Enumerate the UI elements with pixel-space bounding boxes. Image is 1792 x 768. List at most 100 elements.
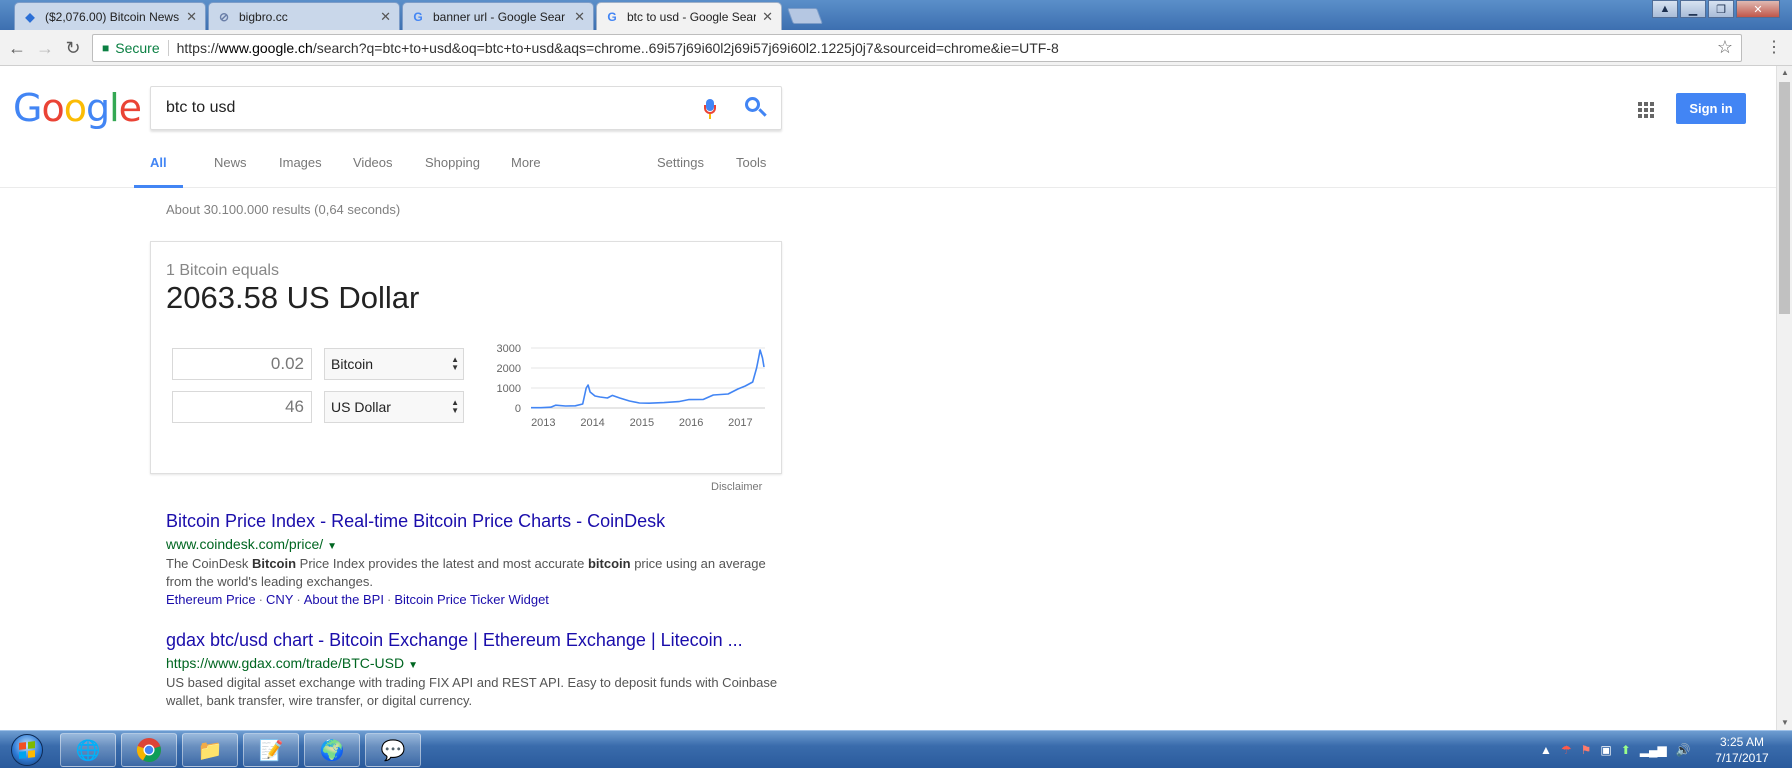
sitelink[interactable]: CNY (266, 592, 293, 607)
separator-dot: · (258, 592, 263, 607)
tab-btc-to-usd[interactable]: G btc to usd - Google Sear ✕ (596, 2, 782, 31)
y-tick-label: 3000 (497, 343, 521, 355)
update-icon[interactable]: ⬆ (1621, 743, 1631, 757)
maximize-button[interactable]: ❐ (1708, 0, 1734, 18)
disclaimer-link[interactable]: Disclaimer (711, 481, 762, 493)
select-arrows-icon: ▲ ▼ (451, 355, 459, 372)
result-url-text: https://www.gdax.com/trade/BTC-USD (166, 655, 405, 671)
tab-bitcoin-news[interactable]: ◆ ($2,076.00) Bitcoin News ✕ (14, 2, 206, 30)
url-host: www.google.ch (218, 40, 313, 56)
new-tab-button[interactable] (787, 8, 823, 24)
search-result: gdax btc/usd chart - Bitcoin Exchange | … (166, 630, 786, 710)
flag-icon[interactable]: ⚑ (1581, 743, 1592, 757)
close-icon[interactable]: ✕ (762, 9, 773, 25)
search-query: btc to usd (166, 99, 236, 116)
volume-icon[interactable]: 🔊 (1676, 743, 1691, 757)
user-icon[interactable]: ▲ (1652, 0, 1678, 18)
logo-letter: o (63, 86, 87, 130)
y-tick-label: 0 (515, 403, 521, 415)
sitelink[interactable]: Bitcoin Price Ticker Widget (394, 592, 549, 607)
tab-videos[interactable]: Videos (353, 148, 393, 188)
system-clock[interactable]: 3:25 AM 7/17/2017 (1700, 734, 1784, 766)
snippet-bold: Bitcoin (251, 556, 297, 571)
antivirus-icon[interactable]: ☂ (1561, 743, 1572, 757)
tab-settings[interactable]: Settings (657, 148, 704, 188)
x-tick-label: 2013 (531, 417, 555, 429)
chrome-menu-icon[interactable]: ⋮ (1766, 37, 1782, 57)
sitelink[interactable]: Ethereum Price (166, 592, 256, 607)
address-bar[interactable]: ■ Secure https://www.google.ch/search?q=… (92, 34, 1742, 62)
tab-shopping[interactable]: Shopping (425, 148, 480, 188)
tab-tools[interactable]: Tools (736, 148, 766, 188)
result-url-text: www.coindesk.com/price/ (166, 536, 324, 552)
from-currency-select[interactable]: Bitcoin ▲ ▼ (324, 348, 464, 380)
price-history-chart[interactable]: 0 1000 2000 3000 2013 2014 2015 2016 2017 (491, 342, 771, 434)
close-icon[interactable]: ✕ (380, 9, 391, 25)
tab-all[interactable]: All (134, 148, 183, 188)
separator-dot: · (386, 592, 392, 607)
dropdown-caret-icon[interactable]: ▼ (408, 660, 418, 671)
tab-images[interactable]: Images (279, 148, 322, 188)
scrollbar-thumb[interactable] (1779, 82, 1790, 314)
to-amount-input[interactable]: 46 (172, 391, 312, 423)
notepad-icon[interactable]: 📝 (243, 733, 299, 767)
reload-icon[interactable]: ↻ (62, 37, 84, 59)
tab-more[interactable]: More (511, 148, 541, 188)
snippet-bold: bitcoin (587, 556, 631, 571)
bookmark-star-icon[interactable]: ☆ (1717, 37, 1733, 58)
google-logo[interactable]: Google (13, 86, 142, 130)
close-icon[interactable]: ✕ (574, 9, 585, 25)
forward-arrow-icon[interactable]: → (34, 37, 56, 59)
x-tick-label: 2016 (679, 417, 703, 429)
search-input[interactable]: btc to usd (150, 86, 782, 130)
logo-letter: g (85, 86, 110, 130)
scroll-down-icon[interactable]: ▼ (1781, 718, 1789, 727)
result-url: www.coindesk.com/price/▼ (166, 536, 786, 552)
microphone-icon[interactable] (704, 99, 716, 119)
url-path: /search?q=btc+to+usd&oq=btc+to+usd&aqs=c… (312, 40, 1059, 56)
scroll-up-icon[interactable]: ▲ (1781, 68, 1789, 77)
from-amount-input[interactable]: 0.02 (172, 348, 312, 380)
close-window-button[interactable]: ✕ (1736, 0, 1780, 18)
to-currency-select[interactable]: US Dollar ▲ ▼ (324, 391, 464, 423)
tab-bigbro[interactable]: ⊘ bigbro.cc ✕ (208, 2, 400, 30)
chat-bird-icon[interactable]: 💬 (365, 733, 421, 767)
page-scrollbar[interactable]: ▲ ▼ (1776, 66, 1792, 730)
back-arrow-icon[interactable]: ← (6, 37, 28, 59)
folder-icon[interactable]: 📁 (182, 733, 238, 767)
to-currency-value: US Dollar (331, 399, 391, 415)
tab-title: btc to usd - Google Sear (627, 10, 757, 24)
result-snippet: US based digital asset exchange with tra… (166, 675, 778, 708)
show-hidden-icons-icon[interactable]: ▲ (1540, 743, 1552, 757)
price-series-line (531, 349, 765, 409)
browser-tab-strip: ◆ ($2,076.00) Bitcoin News ✕ ⊘ bigbro.cc… (0, 0, 1792, 31)
start-button[interactable] (4, 732, 50, 768)
sign-in-button[interactable]: Sign in (1676, 93, 1746, 124)
sitelink[interactable]: About the BPI (304, 592, 384, 607)
currency-converter-card: 1 Bitcoin equals 2063.58 US Dollar 0.02 … (150, 241, 782, 474)
snippet-text: Price Index provides the latest and most… (296, 556, 588, 571)
result-title-link[interactable]: gdax btc/usd chart - Bitcoin Exchange | … (166, 630, 786, 651)
apps-grid-icon[interactable] (1638, 102, 1654, 118)
tab-news[interactable]: News (214, 148, 247, 188)
network-globe-icon[interactable]: 🌍 (304, 733, 360, 767)
tab-title: bigbro.cc (239, 9, 288, 24)
result-stats: About 30.100.000 results (0,64 seconds) (166, 202, 401, 217)
signal-icon[interactable]: ▂▄▆ (1640, 743, 1667, 757)
tab-title: banner url - Google Sear (433, 9, 566, 24)
globe-icon[interactable]: 🌐 (60, 733, 116, 767)
close-icon[interactable]: ✕ (186, 9, 197, 25)
google-header: Google btc to usd Sign in All News Image… (0, 66, 1776, 188)
google-g-icon: G (413, 9, 423, 24)
minimize-button[interactable]: ▁ (1680, 0, 1706, 18)
chrome-icon[interactable] (121, 733, 177, 767)
tab-banner-url[interactable]: G banner url - Google Sear ✕ (402, 2, 594, 30)
clock-date: 7/17/2017 (1715, 751, 1769, 765)
url-text: https://www.google.ch/search?q=btc+to+us… (177, 40, 1059, 56)
result-title-link[interactable]: Bitcoin Price Index - Real-time Bitcoin … (166, 511, 786, 532)
device-icon[interactable]: ▣ (1600, 743, 1611, 757)
search-icon[interactable] (745, 97, 767, 119)
google-g-icon: G (607, 10, 617, 24)
dropdown-caret-icon[interactable]: ▼ (327, 541, 337, 552)
windows-taskbar: 🌐 📁 📝 🌍 💬 ▲ ☂ ⚑ ▣ ⬆ ▂▄▆ 🔊 3:25 AM 7/17/2… (0, 730, 1792, 768)
